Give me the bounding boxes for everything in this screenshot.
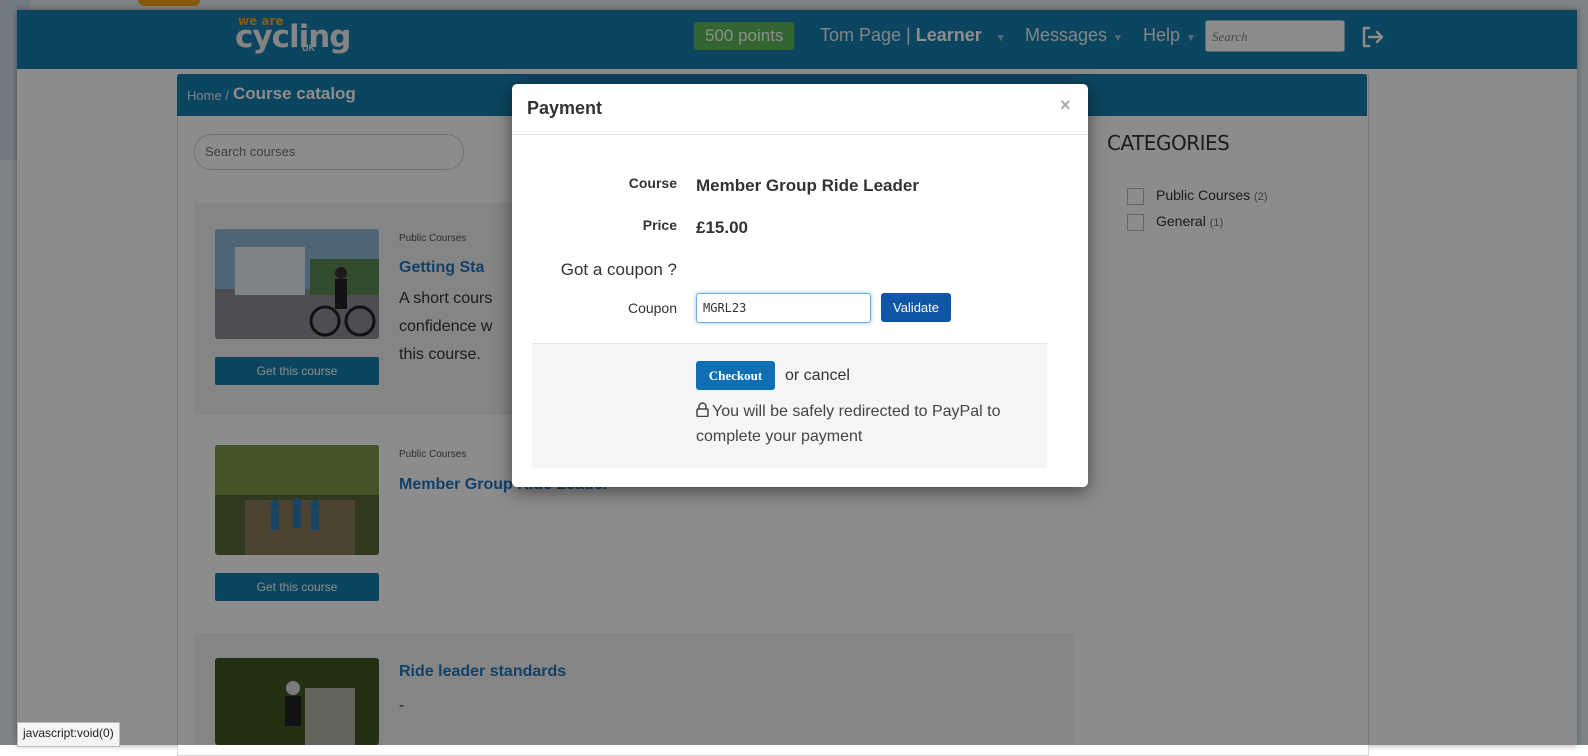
checkout-button[interactable]: Checkout	[696, 361, 775, 390]
modal-title: Payment	[527, 98, 603, 118]
redirect-text: You will be safely redirected to PayPal …	[696, 403, 1001, 445]
price-label: Price	[642, 217, 677, 233]
price-value: £15.00	[696, 218, 748, 237]
close-icon[interactable]: ×	[1060, 95, 1071, 116]
coupon-prompt: Got a coupon ?	[560, 260, 677, 279]
cancel-link[interactable]: or cancel	[785, 367, 850, 385]
status-bar-url: javascript:void(0)	[17, 722, 120, 747]
coupon-input[interactable]: MGRL23	[696, 293, 871, 323]
paypal-redirect-notice: You will be safely redirected to PayPal …	[696, 399, 1036, 449]
modal-divider	[512, 134, 1088, 135]
course-value: Member Group Ride Leader	[696, 176, 919, 195]
validate-button[interactable]: Validate	[881, 293, 951, 322]
lock-icon	[696, 402, 709, 418]
coupon-label: Coupon	[627, 300, 677, 316]
course-label: Course	[628, 175, 677, 191]
